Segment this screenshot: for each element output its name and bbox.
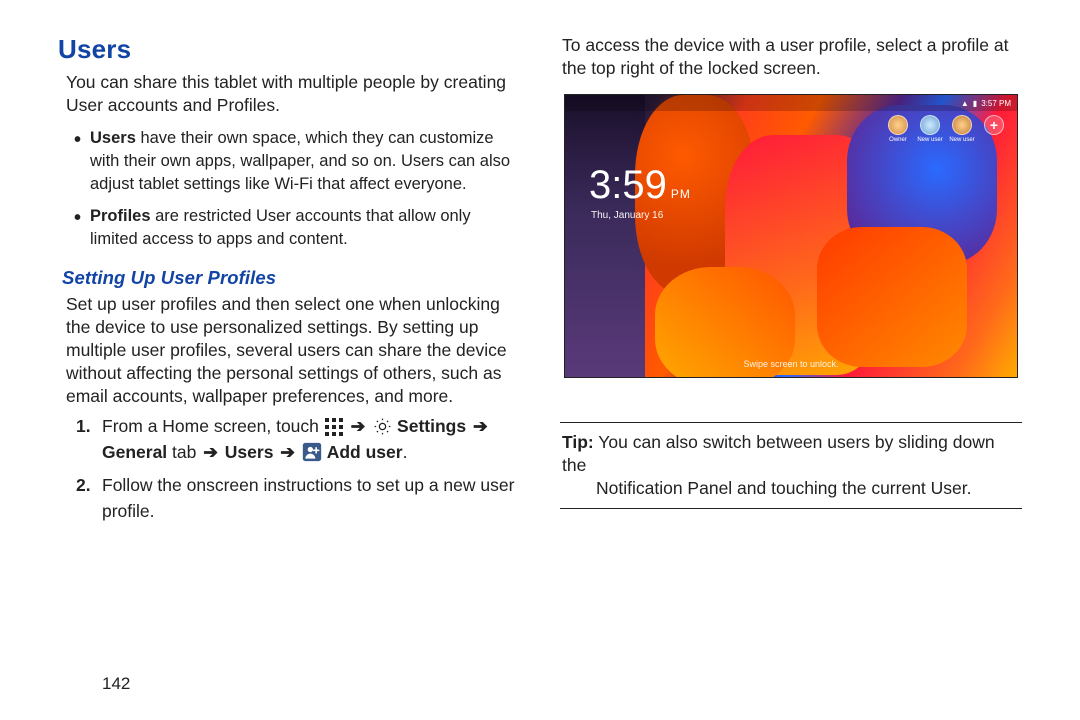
right-column: To access the device with a user profile… — [560, 34, 1022, 532]
status-time: 3:57 PM — [981, 99, 1011, 108]
settings-gear-icon — [372, 417, 392, 437]
section-heading: Setting Up User Profiles — [58, 267, 520, 289]
profile-avatar: Owner — [885, 115, 911, 144]
right-intro: To access the device with a user profile… — [560, 34, 1022, 80]
heading-users: Users — [58, 34, 520, 65]
tip-separator-top — [560, 422, 1022, 423]
arrow-icon: ➔ — [349, 416, 368, 436]
lockscreen-date: Thu, January 16 — [591, 210, 691, 221]
intro-paragraph: You can share this tablet with multiple … — [58, 71, 520, 117]
tip-text: Tip: You can also switch between users b… — [560, 431, 1022, 500]
step-1: From a Home screen, touch ➔ Settings ➔ G… — [80, 414, 520, 465]
page-number: 142 — [102, 674, 130, 694]
status-wifi-icon: ▲ — [961, 99, 969, 108]
lockscreen-screenshot: ▲ ▮ 3:57 PM Owner New user New user + 3:… — [564, 94, 1018, 378]
profile-avatar: New user — [917, 115, 943, 144]
apps-grid-icon — [324, 417, 344, 437]
arrow-icon: ➔ — [278, 442, 297, 462]
profile-avatar: New user — [949, 115, 975, 144]
arrow-icon: ➔ — [201, 442, 220, 462]
step-2: Follow the onscreen instructions to set … — [80, 473, 520, 524]
bullet-users: Users have their own space, which they c… — [78, 127, 520, 195]
section-body: Set up user profiles and then select one… — [58, 293, 520, 408]
lockscreen-profiles: Owner New user New user + — [885, 115, 1007, 144]
add-user-icon — [302, 442, 322, 462]
tip-separator-bottom — [560, 508, 1022, 509]
lockscreen-swipe-hint: Swipe screen to unlock. — [565, 359, 1017, 369]
arrow-icon: ➔ — [471, 416, 490, 436]
bullet-profiles: Profiles are restricted User accounts th… — [78, 205, 520, 251]
lockscreen-status-bar: ▲ ▮ 3:57 PM — [565, 95, 1017, 111]
profile-add: + — [981, 115, 1007, 144]
left-column: Users You can share this tablet with mul… — [58, 34, 520, 532]
status-battery-icon: ▮ — [973, 99, 977, 108]
lockscreen-clock: 3:59PM Thu, January 16 — [589, 163, 691, 221]
